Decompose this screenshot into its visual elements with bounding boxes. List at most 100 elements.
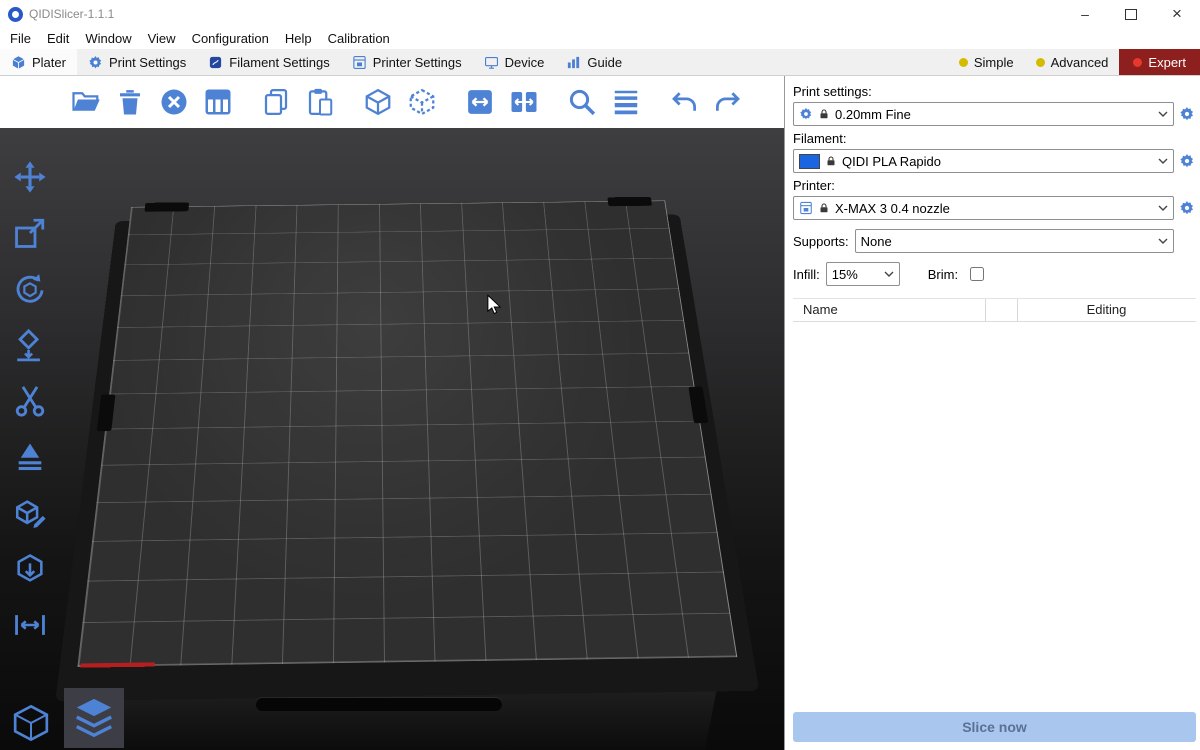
- printer-icon: [352, 55, 367, 70]
- supports-select[interactable]: None: [855, 229, 1174, 253]
- brim-checkbox[interactable]: [970, 267, 984, 281]
- bed-clip-icon: [607, 197, 652, 206]
- plater-icon: [11, 55, 26, 70]
- copy-icon[interactable]: [256, 81, 296, 123]
- chevron-down-icon: [1158, 238, 1168, 244]
- tab-print-settings-label: Print Settings: [109, 55, 186, 70]
- tab-bar: Plater Print Settings Filament Settings …: [0, 49, 1200, 76]
- sequential-print-icon[interactable]: [460, 81, 500, 123]
- infill-select[interactable]: 15%: [826, 262, 900, 286]
- print-settings-gear-button[interactable]: [1178, 106, 1196, 122]
- paste-icon[interactable]: [300, 81, 340, 123]
- split-parts-icon[interactable]: [402, 81, 442, 123]
- place-down-icon[interactable]: [6, 548, 54, 590]
- column-editing: Editing: [1017, 302, 1196, 317]
- cut-icon[interactable]: [6, 380, 54, 422]
- split-objects-icon[interactable]: [358, 81, 398, 123]
- view-preview-icon[interactable]: [64, 688, 124, 748]
- viewport-3d-scene[interactable]: [0, 128, 784, 750]
- object-list-header: Name Editing: [793, 298, 1196, 322]
- variable-layer-height-icon[interactable]: [606, 81, 646, 123]
- brim-label: Brim:: [928, 267, 958, 282]
- filament-label: Filament:: [793, 131, 1196, 146]
- minimize-button[interactable]: –: [1062, 0, 1108, 28]
- left-toolbar: [6, 156, 54, 646]
- infill-value: 15%: [832, 267, 858, 282]
- printer-select[interactable]: X-MAX 3 0.4 nozzle: [793, 196, 1174, 220]
- print-settings-select[interactable]: 0.20mm Fine: [793, 102, 1174, 126]
- tab-device[interactable]: Device: [473, 49, 556, 75]
- column-separator: [985, 299, 986, 321]
- column-name: Name: [803, 302, 838, 317]
- printer-label: Printer:: [793, 178, 1196, 193]
- rotate-icon[interactable]: [6, 268, 54, 310]
- lock-icon: [818, 202, 830, 214]
- menu-configuration[interactable]: Configuration: [184, 31, 277, 46]
- menu-calibration[interactable]: Calibration: [320, 31, 398, 46]
- open-folder-icon[interactable]: [66, 81, 106, 123]
- move-icon[interactable]: [6, 156, 54, 198]
- emboss-icon[interactable]: [6, 492, 54, 534]
- titlebar: QIDISlicer-1.1.1 – ×: [0, 0, 1200, 28]
- lock-icon: [818, 108, 830, 120]
- close-button[interactable]: ×: [1154, 0, 1200, 28]
- search-icon[interactable]: [562, 81, 602, 123]
- menu-edit[interactable]: Edit: [39, 31, 77, 46]
- tab-plater[interactable]: Plater: [0, 49, 77, 75]
- maximize-button[interactable]: [1108, 0, 1154, 28]
- mode-expert-label: Expert: [1148, 55, 1186, 70]
- tab-plater-label: Plater: [32, 55, 66, 70]
- mode-simple[interactable]: Simple: [948, 49, 1025, 75]
- menu-view[interactable]: View: [140, 31, 184, 46]
- menu-bar: File Edit Window View Configuration Help…: [0, 28, 1200, 49]
- view-3d-icon[interactable]: [6, 698, 56, 748]
- place-on-face-icon[interactable]: [6, 324, 54, 366]
- measure-icon[interactable]: [6, 604, 54, 646]
- supports-label: Supports:: [793, 234, 849, 249]
- print-settings-label: Print settings:: [793, 84, 1196, 99]
- chevron-down-icon: [1158, 111, 1168, 117]
- tab-filament-settings[interactable]: Filament Settings: [197, 49, 340, 75]
- arrange-icon[interactable]: [198, 81, 238, 123]
- tab-guide[interactable]: Guide: [555, 49, 633, 75]
- mode-expert[interactable]: Expert: [1119, 49, 1200, 75]
- printer-icon: [799, 201, 813, 215]
- gear-icon: [799, 107, 813, 121]
- menu-help[interactable]: Help: [277, 31, 320, 46]
- fill-bed-icon[interactable]: [504, 81, 544, 123]
- filament-icon: [208, 55, 223, 70]
- slice-now-button[interactable]: Slice now: [793, 712, 1196, 742]
- view-toggle-buttons: [6, 688, 124, 748]
- mode-switcher: Simple Advanced Expert: [948, 49, 1200, 75]
- mode-advanced[interactable]: Advanced: [1025, 49, 1120, 75]
- mode-advanced-label: Advanced: [1051, 55, 1109, 70]
- tab-printer-settings[interactable]: Printer Settings: [341, 49, 473, 75]
- supports-value: None: [861, 234, 892, 249]
- scale-icon[interactable]: [6, 212, 54, 254]
- lock-icon: [825, 155, 837, 167]
- redo-icon[interactable]: [708, 81, 748, 123]
- simple-mode-dot-icon: [959, 58, 968, 67]
- printer-base-groove: [256, 698, 502, 711]
- tab-device-label: Device: [505, 55, 545, 70]
- tab-print-settings[interactable]: Print Settings: [77, 49, 197, 75]
- undo-icon[interactable]: [664, 81, 704, 123]
- printer-gear-button[interactable]: [1178, 200, 1196, 216]
- print-bed: [77, 201, 737, 667]
- mode-simple-label: Simple: [974, 55, 1014, 70]
- object-list[interactable]: [793, 322, 1196, 712]
- chevron-down-icon: [1158, 158, 1168, 164]
- support-paint-icon[interactable]: [6, 436, 54, 478]
- bed-clip-icon: [97, 395, 116, 432]
- filament-select[interactable]: QIDI PLA Rapido: [793, 149, 1174, 173]
- delete-icon[interactable]: [110, 81, 150, 123]
- filament-color-swatch: [799, 154, 820, 169]
- tab-printer-settings-label: Printer Settings: [373, 55, 462, 70]
- filament-gear-button[interactable]: [1178, 153, 1196, 169]
- menu-window[interactable]: Window: [77, 31, 139, 46]
- device-monitor-icon: [484, 55, 499, 70]
- delete-all-icon[interactable]: [154, 81, 194, 123]
- menu-file[interactable]: File: [2, 31, 39, 46]
- app-logo-icon: [8, 7, 23, 22]
- maximize-icon: [1125, 9, 1137, 20]
